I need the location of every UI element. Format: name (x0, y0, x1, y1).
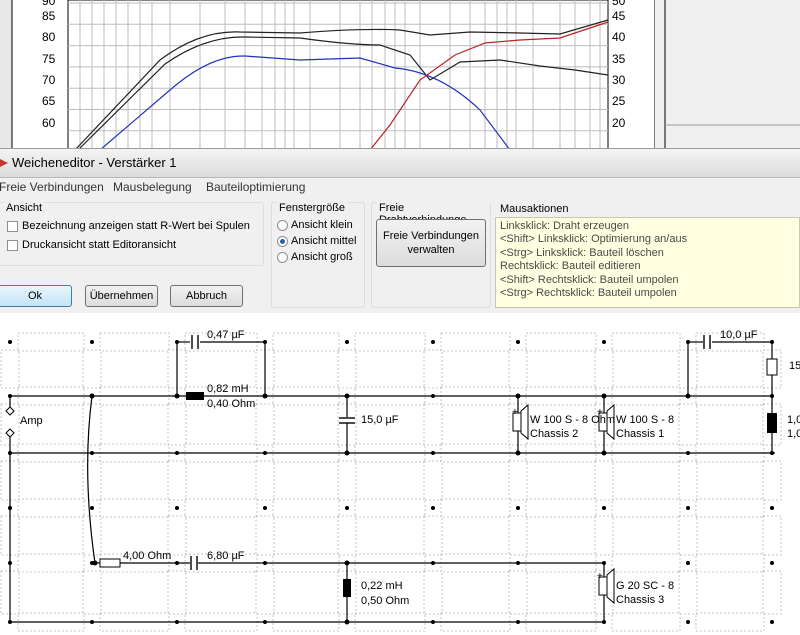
coil-0-22 (343, 579, 351, 597)
right-val1: 1,0 (787, 414, 800, 426)
mouse-action-line: Linksklick: Draht erzeugen (500, 220, 630, 232)
radio-ansicht-klein-label: Ansicht klein (291, 219, 353, 231)
group-ansicht: Ansicht (0, 202, 264, 266)
coil2-r-label: 0,50 Ohm (361, 595, 410, 607)
menu-bar: Freie Verbindungen Mausbelegung Bauteilo… (0, 178, 800, 198)
menu-bauteiloptimierung[interactable]: Bauteiloptimierung (206, 180, 305, 194)
mouse-action-line: Rechtsklick: Bauteil editieren (500, 260, 641, 273)
y-tick-right: 40 (612, 30, 626, 45)
y-tick-right: 30 (612, 72, 626, 87)
res1-label: 4,00 Ohm (123, 550, 172, 562)
y-tick-top-left: 90 (42, 0, 56, 8)
y-tick-left: 65 (42, 94, 56, 109)
mouse-action-line: <Shift> Linksklick: Optimierung an/aus (500, 233, 688, 246)
coil-0-82 (186, 392, 204, 400)
capacitor-6-8 (190, 556, 198, 570)
radio-ansicht-klein[interactable] (277, 220, 288, 231)
driver2-name: W 100 S - 8 (616, 414, 675, 426)
amp-terminal-minus (5, 428, 15, 438)
y-tick-left: 70 (42, 72, 56, 87)
radio-ansicht-gross-label: Ansicht groß (291, 251, 353, 263)
amp-label: Amp (20, 415, 43, 427)
driver2-chassis: Chassis 1 (616, 428, 665, 440)
mouse-actions-info: Linksklick: Draht erzeugen <Shift> Links… (495, 217, 800, 308)
window-title: Weicheneditor - Verstärker 1 (12, 155, 177, 170)
checkbox-druckansicht[interactable] (7, 240, 18, 251)
menu-mausbelegung[interactable]: Mausbelegung (113, 180, 192, 194)
manage-connections-button[interactable]: Freie Verbindungen verwalten (376, 219, 486, 267)
group-ansicht-label: Ansicht (4, 202, 45, 214)
manage-connections-line2: verwalten (407, 244, 455, 256)
driver1-chassis: Chassis 2 (530, 428, 579, 440)
y-tick-left: 80 (42, 30, 56, 45)
menu-freie-verbindungen[interactable]: Freie Verbindungen (0, 180, 104, 194)
manage-connections-line1: Freie Verbindungen (382, 230, 479, 242)
crossover-schematic[interactable]: + + + Amp 0,47 µF 0,82 mH 0,40 Ohm 15,0 … (0, 313, 800, 635)
y-tick-right: 35 (612, 51, 626, 66)
cancel-button[interactable]: Abbruch (170, 285, 243, 307)
window-titlebar: Weicheneditor - Verstärker 1 (0, 148, 800, 178)
svg-text:+: + (512, 407, 518, 418)
capacitor-10 (703, 335, 711, 349)
amp-terminal-plus (5, 406, 15, 416)
radio-ansicht-gross[interactable] (277, 252, 288, 263)
y-tick-right: 45 (612, 9, 626, 23)
group-mausaktionen-label: Mausaktionen (500, 203, 569, 215)
res-right-label: 15, (789, 360, 800, 372)
coil-right (767, 413, 777, 433)
driver3-name: G 20 SC - 8 (616, 580, 675, 592)
y-tick-left: 60 (42, 115, 56, 130)
driver3-chassis: Chassis 3 (616, 594, 665, 606)
apply-button[interactable]: Übernehmen (85, 285, 158, 307)
resistor-4 (99, 558, 121, 568)
y-tick-right: 25 (612, 94, 626, 109)
cap1-label: 0,47 µF (207, 329, 245, 341)
checkbox-bezeichnung[interactable] (7, 221, 18, 232)
right-val2: 1,0 (787, 428, 800, 440)
checkbox-bezeichnung-label: Bezeichnung anzeigen statt R-Wert bei Sp… (22, 220, 250, 232)
coil2-l-label: 0,22 mH (361, 580, 403, 592)
capacitor-15 (339, 417, 355, 424)
mouse-action-line: <Strg> Linksklick: Bauteil löschen (500, 246, 664, 259)
chart-plot (0, 0, 800, 150)
coil1-l-label: 0,82 mH (207, 383, 249, 395)
capacitor-0-47 (191, 335, 199, 349)
resistor-right (766, 358, 778, 376)
checkbox-druckansicht-label: Druckansicht statt Editoransicht (22, 239, 177, 251)
driver1-name: W 100 S - 8 Ohm (530, 414, 615, 426)
cap3-label: 10,0 µF (720, 329, 758, 341)
radio-ansicht-mittel-label: Ansicht mittel (291, 235, 357, 247)
y-tick-top-right: 50 (612, 0, 626, 8)
mouse-action-line: <Shift> Rechtsklick: Bauteil umpolen (500, 273, 679, 286)
mouse-action-line: <Strg> Rechtsklick: Bauteil umpolen (500, 287, 677, 300)
cap2-label: 15,0 µF (361, 414, 399, 426)
group-fenstergroesse-label: Fenstergröße (277, 202, 348, 214)
y-tick-right: 20 (612, 115, 626, 130)
app-logo-icon (0, 159, 8, 167)
y-tick-left: 85 (42, 9, 56, 23)
radio-ansicht-mittel[interactable] (277, 236, 288, 247)
y-tick-left: 75 (42, 51, 56, 66)
background-frequency-chart: 90 50 85 80 75 70 65 60 45 40 35 30 25 20 (0, 0, 800, 150)
svg-text:+: + (597, 571, 603, 582)
cap4-label: 6,80 µF (207, 550, 245, 562)
coil1-r-label: 0,40 Ohm (207, 398, 256, 410)
ok-button[interactable]: Ok (0, 285, 72, 307)
